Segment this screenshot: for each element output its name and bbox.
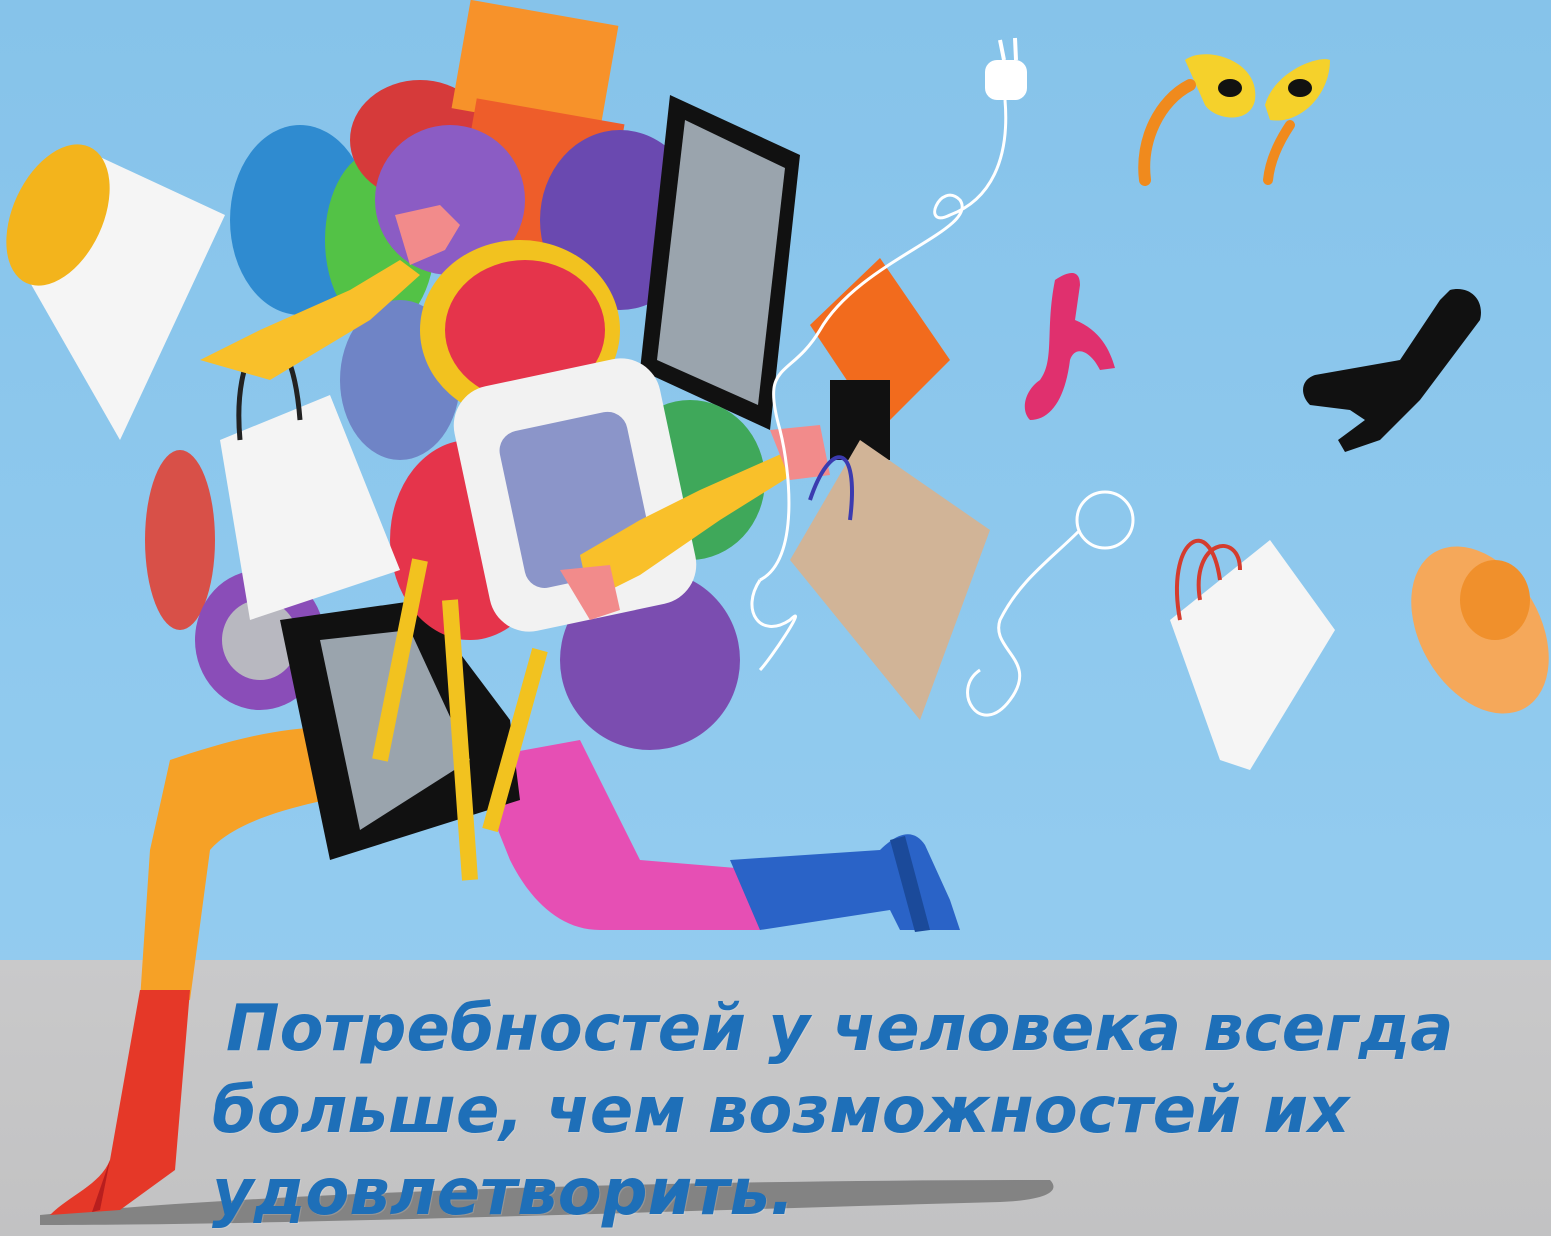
caption-text: Потребностей у человека всегда больше, ч… — [212, 988, 1532, 1234]
slide: Потребностей у человека всегда больше, ч… — [0, 0, 1551, 1236]
caption-line-1: Потребностей у человека всегда — [226, 992, 1454, 1066]
sunglasses-icon — [1138, 54, 1330, 186]
caption-line-3: удовлетворить. — [212, 1156, 795, 1230]
high-heel-shoe-icon — [1024, 273, 1115, 420]
front-leg — [470, 740, 960, 932]
caption-line-2: больше, чем возможностей их — [212, 1074, 1350, 1148]
orange-bag-icon — [810, 258, 950, 460]
boot-icon — [1303, 289, 1481, 452]
white-shopping-bag-icon — [1170, 538, 1335, 770]
hat-icon — [1411, 546, 1549, 714]
paper-bag-icon — [790, 440, 990, 720]
lampshade-icon — [6, 144, 225, 440]
